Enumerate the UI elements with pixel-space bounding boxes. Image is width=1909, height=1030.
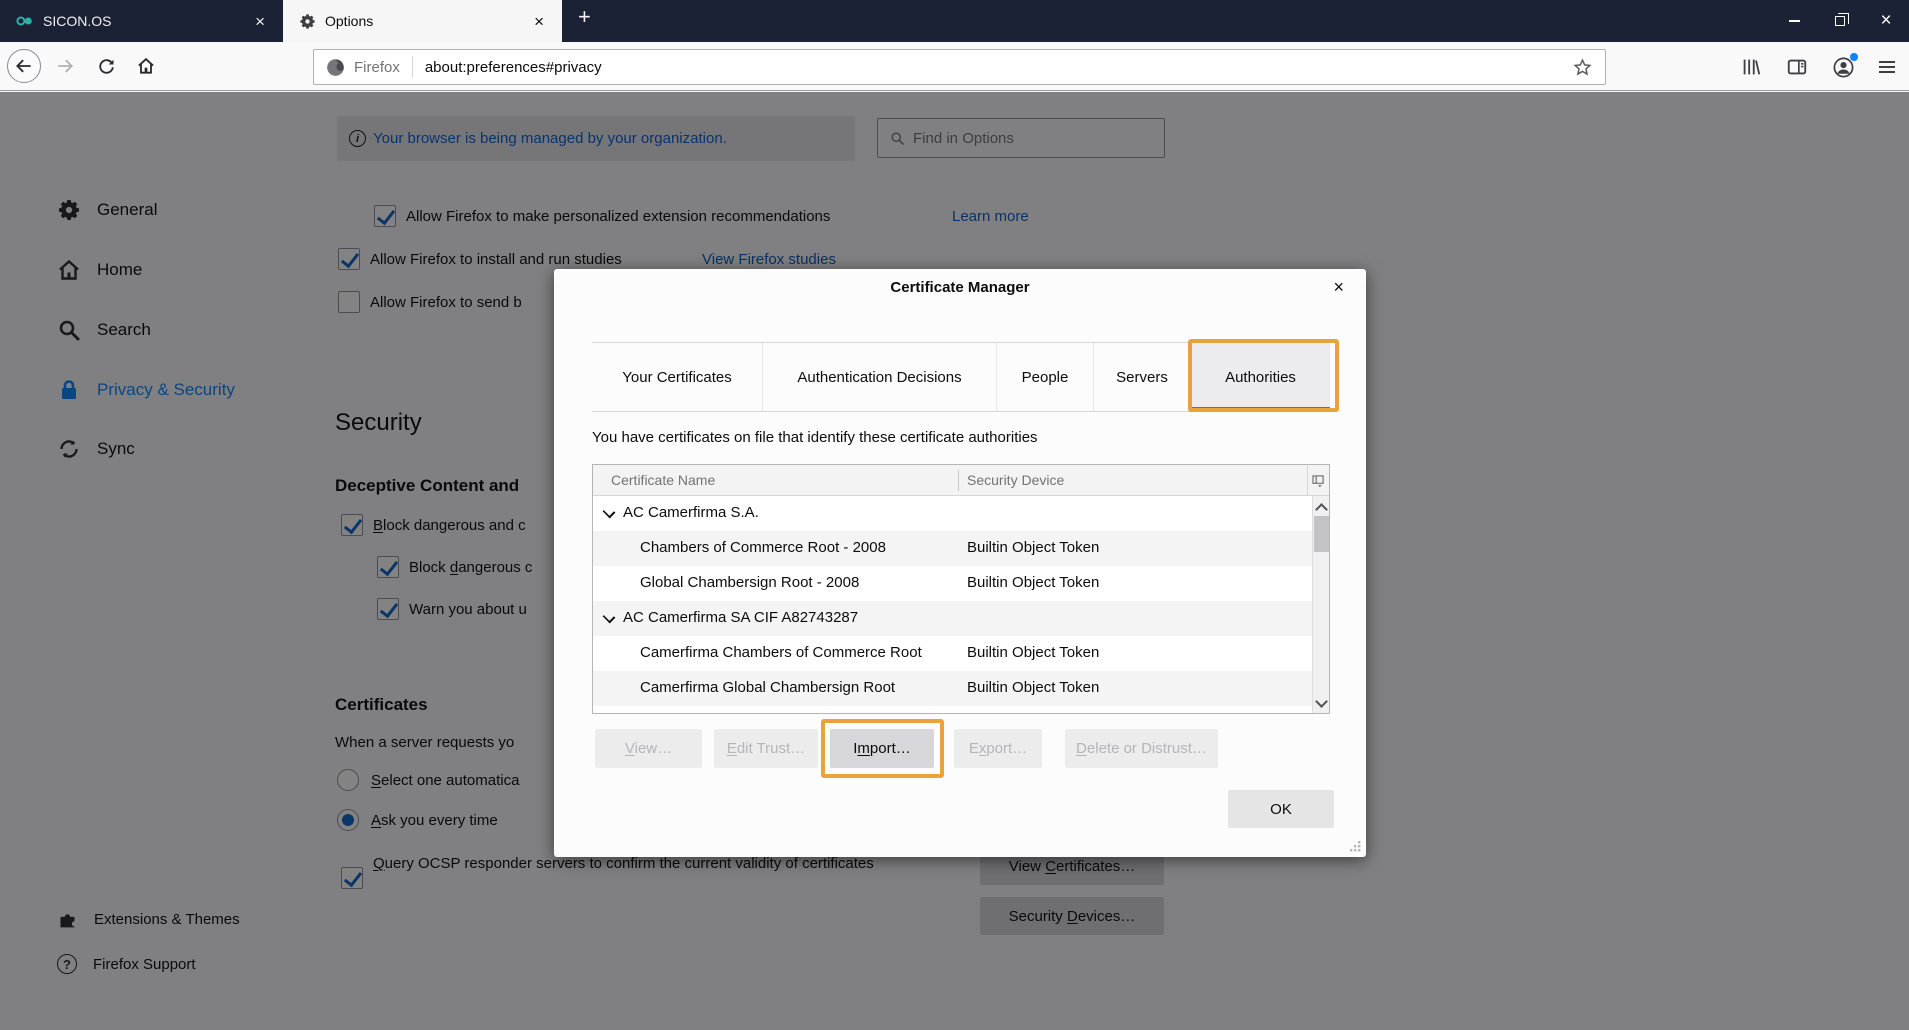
cert-row[interactable]: Camerfirma Global Chambersign Root Built… <box>593 671 1329 706</box>
back-icon <box>14 56 34 76</box>
menu-button[interactable] <box>1879 61 1895 73</box>
chevron-down-icon <box>604 507 613 516</box>
column-certificate-name[interactable]: Certificate Name <box>611 472 715 488</box>
window-controls: × <box>1771 0 1909 42</box>
url-bar[interactable]: Firefox about:preferences#privacy <box>313 49 1606 85</box>
dialog-close-icon[interactable]: × <box>1329 275 1348 300</box>
bookmark-star-icon[interactable] <box>1572 57 1593 78</box>
tab-authorities[interactable]: Authorities <box>1190 343 1330 411</box>
dialog-tab-strip: Your Certificates Authentication Decisio… <box>592 342 1330 412</box>
ok-button[interactable]: OK <box>1228 790 1334 828</box>
sidebar-panel-icon[interactable] <box>1786 56 1808 78</box>
dialog-title: Certificate Manager <box>554 279 1366 296</box>
tab-sicon-os[interactable]: SICON.OS × <box>0 0 283 42</box>
edit-trust-button[interactable]: Edit Trust… <box>714 729 818 768</box>
search-engine-label: Firefox <box>354 59 400 76</box>
page-content: General Home Search Privacy & Security S… <box>0 92 1909 1030</box>
column-picker-icon <box>1312 475 1325 487</box>
tab-options[interactable]: Options × <box>283 0 562 42</box>
export-button[interactable]: Export… <box>954 729 1042 768</box>
back-button[interactable] <box>7 49 41 83</box>
navigation-toolbar: Firefox about:preferences#privacy <box>0 42 1909 91</box>
column-security-device[interactable]: Security Device <box>967 472 1064 488</box>
toolbar-right-icons <box>1740 49 1895 85</box>
list-scrollbar[interactable] <box>1312 496 1329 713</box>
forward-icon <box>55 56 75 76</box>
new-tab-button[interactable]: + <box>562 0 607 42</box>
reload-button[interactable] <box>89 49 123 83</box>
account-button[interactable] <box>1832 56 1855 79</box>
tab-title: SICON.OS <box>43 13 240 29</box>
tab-servers[interactable]: Servers <box>1093 343 1190 411</box>
resize-grip[interactable] <box>1349 840 1362 853</box>
column-divider[interactable] <box>958 470 959 491</box>
certificate-manager-dialog: Certificate Manager × Your Certificates … <box>554 269 1366 857</box>
list-header: Certificate Name Security Device <box>593 465 1329 496</box>
minimize-button[interactable] <box>1771 0 1817 42</box>
urlbar-divider <box>412 56 413 78</box>
cert-row[interactable]: Camerfirma Chambers of Commerce Root Bui… <box>593 636 1329 671</box>
browser-window: SICON.OS × Options × + × Fire <box>0 0 1909 1030</box>
delete-distrust-button[interactable]: Delete or Distrust… <box>1065 729 1218 768</box>
column-picker-button[interactable] <box>1307 465 1329 496</box>
view-button[interactable]: View… <box>595 729 702 768</box>
scroll-down-icon[interactable] <box>1317 698 1325 706</box>
tab-title: Options <box>325 13 519 29</box>
scroll-up-icon[interactable] <box>1317 503 1325 511</box>
account-badge <box>1850 53 1858 61</box>
home-button[interactable] <box>129 49 163 83</box>
cert-row[interactable]: Global Chambersign Root - 2008 Builtin O… <box>593 566 1329 601</box>
library-icon[interactable] <box>1740 56 1762 78</box>
cert-group-row[interactable]: AC Camerfirma S.A. <box>593 496 1329 531</box>
tab-people[interactable]: People <box>996 343 1093 411</box>
scroll-thumb[interactable] <box>1314 516 1329 552</box>
restore-button[interactable] <box>1817 0 1863 42</box>
forward-button[interactable] <box>48 49 82 83</box>
url-text[interactable]: about:preferences#privacy <box>425 59 1572 76</box>
sicon-favicon <box>16 14 34 28</box>
tab-authentication-decisions[interactable]: Authentication Decisions <box>762 343 996 411</box>
firefox-logo-icon <box>325 57 346 78</box>
reload-icon <box>97 57 116 76</box>
home-icon <box>136 56 156 76</box>
restore-icon <box>1835 16 1845 26</box>
tab-your-certificates[interactable]: Your Certificates <box>592 343 762 411</box>
cert-row[interactable]: Chambers of Commerce Root - 2008 Builtin… <box>593 531 1329 566</box>
cert-group-row[interactable]: AC Camerfirma SA CIF A82743287 <box>593 601 1329 636</box>
chevron-down-icon <box>604 612 613 621</box>
certificate-list: Certificate Name Security Device AC Came… <box>592 464 1330 714</box>
gear-favicon <box>299 13 316 30</box>
dialog-description: You have certificates on file that ident… <box>592 429 1038 446</box>
minimize-icon <box>1789 20 1800 22</box>
import-button[interactable]: Import… <box>830 729 934 768</box>
tab-close-icon[interactable]: × <box>528 11 550 32</box>
tab-bar: SICON.OS × Options × + × <box>0 0 1909 42</box>
close-window-button[interactable]: × <box>1863 0 1909 42</box>
tab-close-icon[interactable]: × <box>249 11 271 32</box>
